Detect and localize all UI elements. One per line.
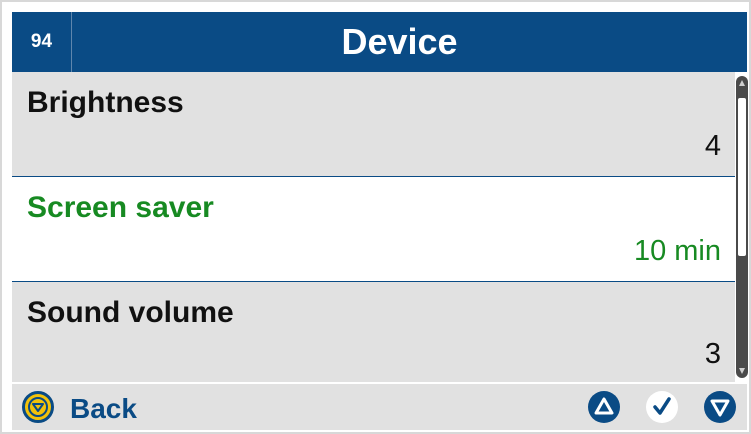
scroll-down-arrow-icon	[739, 368, 745, 374]
down-triangle-icon	[710, 399, 730, 417]
settings-list: Brightness 4 Screen saver 10 min Sound v…	[12, 72, 735, 382]
back-arrow-icon	[28, 397, 48, 417]
item-label: Sound volume	[27, 296, 234, 329]
item-label: Screen saver	[27, 191, 214, 224]
row-divider	[12, 176, 735, 177]
device-screen: 94 Device Brightness 4 Screen saver 10 m…	[0, 0, 751, 434]
item-value: 4	[704, 130, 721, 162]
item-value: 3	[704, 338, 721, 370]
back-label[interactable]: Back	[70, 393, 137, 425]
scrollbar-thumb[interactable]	[738, 98, 746, 256]
scrollbar[interactable]	[736, 76, 748, 378]
up-triangle-icon	[594, 397, 614, 415]
page-title: Device	[341, 21, 458, 62]
list-item-screen-saver[interactable]: Screen saver 10 min	[12, 177, 735, 281]
down-button[interactable]	[704, 391, 736, 423]
footer-bar: Back	[12, 384, 747, 430]
scroll-up-arrow-icon	[739, 80, 745, 86]
item-label: Brightness	[27, 86, 184, 119]
header-bar: 94 Device	[12, 12, 747, 72]
list-item-sound-volume[interactable]: Sound volume 3	[12, 282, 735, 382]
row-divider	[12, 281, 735, 282]
confirm-button[interactable]	[646, 391, 678, 423]
up-button[interactable]	[588, 391, 620, 423]
item-value: 10 min	[633, 235, 721, 267]
checkmark-icon	[653, 397, 671, 415]
back-button[interactable]	[22, 391, 54, 423]
page-number: 94	[12, 12, 72, 72]
list-item-brightness[interactable]: Brightness 4	[12, 72, 735, 176]
